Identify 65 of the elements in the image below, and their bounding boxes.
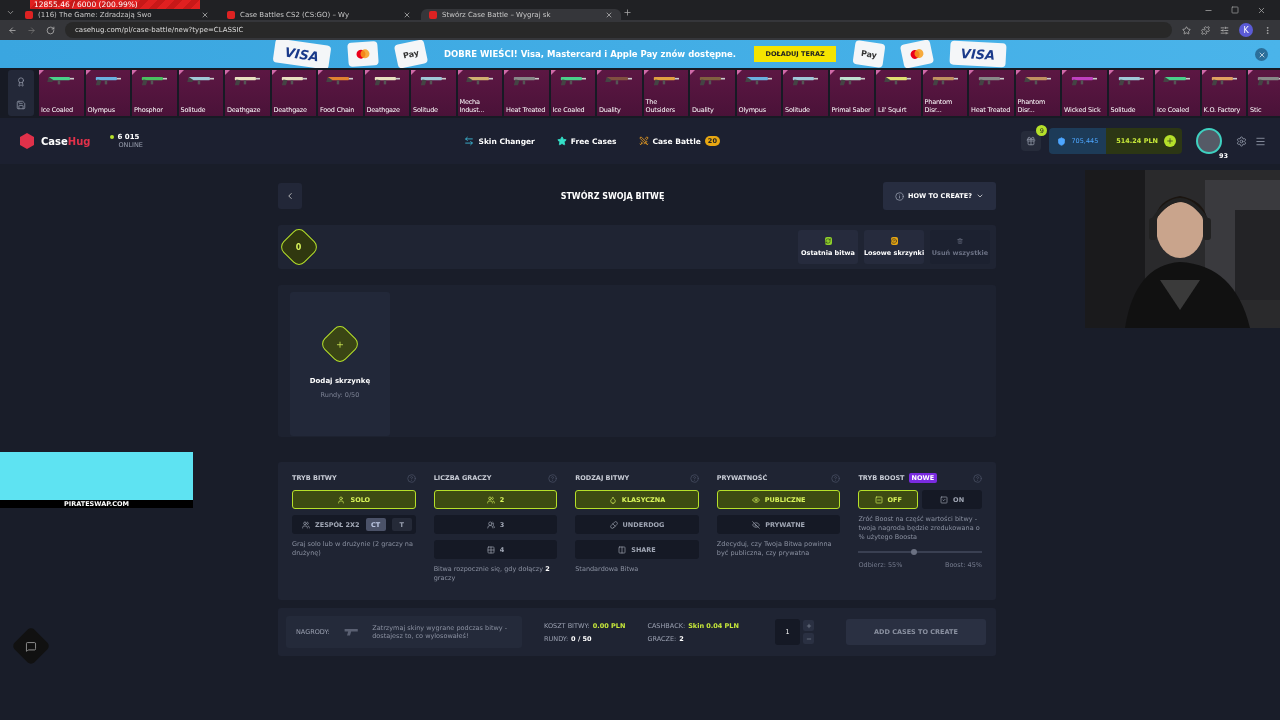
pill-icon (609, 520, 618, 529)
tab-list-icon[interactable] (6, 8, 15, 17)
drop-icon (608, 495, 617, 504)
people-grid-icon (486, 545, 495, 554)
people-icon (486, 495, 495, 504)
logo-wordmark: CaseHug (41, 135, 91, 147)
shield-coin-icon (1057, 136, 1067, 146)
chevron-down-icon (976, 192, 984, 200)
more-icon[interactable] (1263, 25, 1272, 35)
plus-icon (805, 622, 812, 629)
favicon-icon (429, 10, 437, 19)
group-icon (486, 520, 495, 529)
eye-off-icon (752, 520, 761, 529)
award-icon[interactable] (16, 76, 26, 87)
close-tab-icon[interactable] (403, 10, 411, 19)
star-icon (556, 136, 567, 146)
split-icon (618, 545, 627, 554)
increase-button[interactable] (803, 620, 814, 631)
extensions-icon[interactable] (1201, 25, 1210, 35)
chevron-left-icon (285, 191, 295, 201)
bookmark-icon[interactable] (1182, 25, 1191, 35)
swords-icon (638, 136, 649, 146)
menu-icon[interactable] (1255, 135, 1266, 147)
people-icon (302, 520, 310, 529)
mastercard-logo (347, 41, 379, 67)
visa-logo: VISA (272, 40, 332, 68)
close-tab-icon[interactable] (201, 10, 209, 19)
close-icon[interactable] (1257, 5, 1266, 15)
apple-pay-logo: Pay (393, 40, 429, 68)
plus-icon (335, 339, 345, 349)
eye-icon (751, 495, 760, 504)
minus-square-icon (874, 495, 883, 504)
banner-text: DOBRE WIEŚCI! Visa, Mastercard i Apple Pay znów dostępne. (443, 49, 737, 59)
check-square-icon (940, 495, 949, 504)
close-banner-button[interactable] (1255, 48, 1268, 61)
page-title: STWÓRZ SWOJĄ BITWĘ (559, 191, 665, 201)
gift-button[interactable] (1021, 131, 1042, 151)
trash-icon (956, 237, 964, 245)
minus-icon (805, 635, 812, 642)
gift-icon (1026, 136, 1037, 146)
apple-pay-logo: Pay (852, 40, 886, 68)
maximize-icon[interactable] (1231, 5, 1239, 14)
slider-thumb[interactable] (911, 548, 917, 555)
add-funds-icon[interactable] (1164, 135, 1176, 147)
settings-icon[interactable] (1236, 135, 1247, 147)
profile-avatar[interactable]: K (1239, 23, 1253, 37)
close-icon (1257, 50, 1266, 59)
refresh-icon (824, 237, 832, 245)
close-tab-icon[interactable] (605, 10, 613, 19)
user-avatar[interactable] (1196, 128, 1222, 154)
cube-logo-icon (18, 132, 36, 150)
info-icon (895, 191, 904, 201)
favicon-icon (25, 10, 33, 19)
media-icon[interactable] (1220, 25, 1229, 35)
favicon-icon (227, 10, 235, 19)
swap-arrows-icon (464, 136, 475, 146)
mastercard-logo (899, 40, 935, 68)
chat-icon (25, 640, 37, 652)
forward-icon[interactable] (27, 25, 36, 35)
new-tab-icon[interactable] (623, 8, 632, 17)
visa-logo: VISA (949, 40, 1007, 68)
reload-icon[interactable] (46, 25, 55, 35)
person-icon (337, 495, 346, 504)
back-icon[interactable] (8, 25, 17, 35)
question-icon (890, 237, 898, 245)
